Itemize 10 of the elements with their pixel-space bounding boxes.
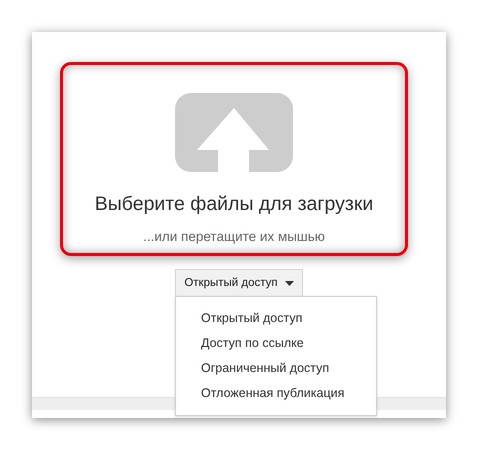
- menu-item[interactable]: Ограниченный доступ: [176, 356, 376, 381]
- caret-icon: [284, 280, 294, 286]
- upload-title: Выберите файлы для загрузки: [94, 193, 374, 216]
- menu-item[interactable]: Отложенная публикация: [176, 381, 376, 406]
- menu-item[interactable]: Открытый доступ: [176, 306, 376, 331]
- upload-drop-zone[interactable]: Выберите файлы для загрузки ...или перетащите их мышью: [60, 62, 408, 256]
- upload-icon: [175, 93, 293, 172]
- drag-hint: ...или перетащите их мышью: [143, 229, 325, 244]
- menu-item[interactable]: Доступ по ссылке: [176, 331, 376, 356]
- privacy-dropdown[interactable]: Открытый доступ: [175, 269, 303, 297]
